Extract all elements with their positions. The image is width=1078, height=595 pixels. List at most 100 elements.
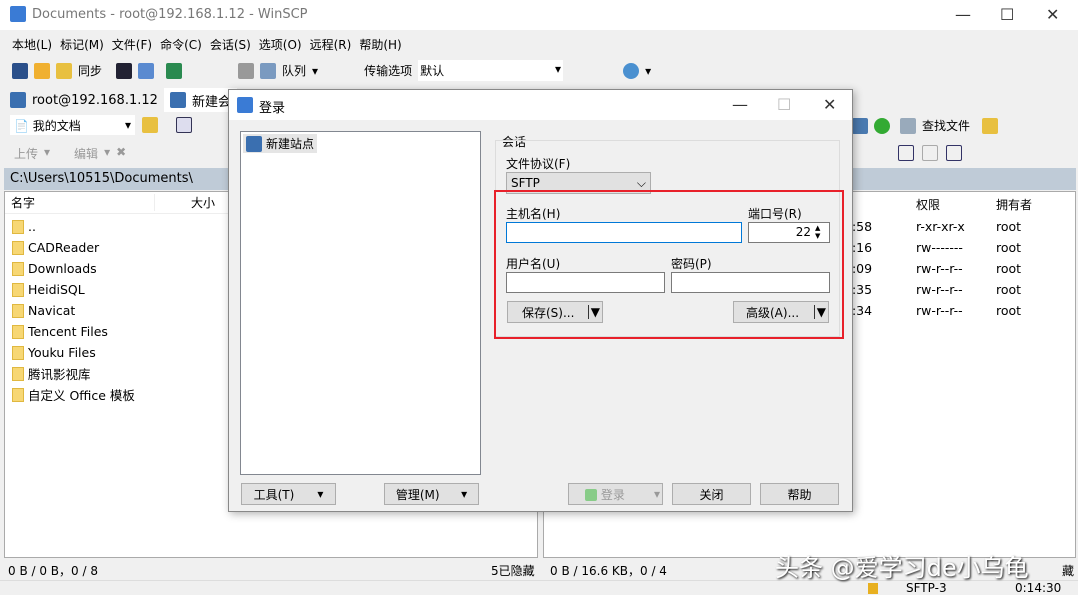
monitor-icon [10, 92, 26, 108]
permissions: rw-r--r-- [916, 303, 963, 318]
sync-button[interactable]: 同步 [78, 62, 102, 79]
dialog-minimize-button[interactable]: — [732, 95, 748, 114]
terminal-icon[interactable] [116, 62, 133, 79]
column-name[interactable]: 名字 [5, 194, 155, 211]
column-permissions[interactable]: 权限 [916, 196, 996, 213]
compare-icon[interactable] [12, 62, 28, 79]
remote-row[interactable]: 8:35 rw-r--r-- root [844, 279, 1021, 300]
column-size[interactable]: 大小 [155, 194, 219, 211]
remote-row[interactable]: 5:16 rw------- root [844, 237, 1021, 258]
queue-button[interactable]: 队列 [282, 62, 306, 79]
folder-icon [12, 324, 24, 339]
local-location-select[interactable]: 📄 我的文档 ▾ [10, 115, 135, 135]
file-name: HeidiSQL [28, 282, 85, 297]
open-folder-icon[interactable] [142, 117, 158, 133]
putty-icon[interactable] [138, 62, 155, 79]
expand-icon[interactable] [898, 145, 914, 161]
minimize-button[interactable]: — [955, 5, 971, 24]
advanced-button[interactable]: 高级(A)... ▼ [733, 301, 829, 323]
site-tree[interactable]: 新建站点 [240, 131, 481, 475]
folder-icon [12, 261, 24, 276]
collapse-icon[interactable] [922, 145, 938, 161]
tab-session[interactable]: root@192.168.1.12✕ [4, 88, 181, 112]
permissions: r-xr-xr-x [916, 219, 965, 234]
remote-tree-toolbar [898, 145, 962, 161]
folder-icon [12, 282, 24, 297]
dialog-close-button[interactable]: ✕ [823, 95, 836, 114]
gear-icon[interactable] [238, 62, 255, 79]
owner: root [996, 303, 1022, 318]
remote-row[interactable]: 5:09 rw-r--r-- root [844, 258, 1021, 279]
globe-icon[interactable] [623, 62, 640, 79]
folder-icon [12, 366, 24, 381]
save-button[interactable]: 保存(S)... ▼ [507, 301, 603, 323]
file-name: Navicat [28, 303, 76, 318]
menu-help[interactable]: 帮助(H) [355, 34, 405, 55]
modified-time: 8:35 [844, 282, 873, 297]
menu-bar: 本地(L) 标记(M) 文件(F) 命令(C) 会话(S) 选项(O) 远程(R… [8, 34, 406, 55]
menu-session[interactable]: 会话(S) [206, 34, 255, 55]
menu-mark[interactable]: 标记(M) [56, 34, 108, 55]
column-owner[interactable]: 拥有者 [996, 196, 1032, 213]
user-input[interactable] [506, 272, 665, 293]
file-name: Tencent Files [28, 324, 108, 339]
owner: root [996, 240, 1022, 255]
menu-file[interactable]: 文件(F) [108, 34, 156, 55]
remote-row[interactable]: 8:58 r-xr-xr-x root [844, 216, 1021, 237]
delete-icon[interactable]: ✖ [116, 145, 126, 162]
find-files-button[interactable]: 查找文件 [922, 117, 970, 134]
maximize-button[interactable]: ☐ [1000, 5, 1014, 24]
file-name: 自定义 Office 模板 [28, 388, 135, 403]
modified-time: 8:34 [844, 303, 873, 318]
owner: root [996, 261, 1022, 276]
menu-remote[interactable]: 远程(R) [306, 34, 356, 55]
login-dialog: 登录 — ☐ ✕ 新建站点 工具(T) ▾ 管理(M) ▾ 会话 文件协议(F) S… [228, 89, 853, 512]
parent-dir-icon [12, 219, 24, 234]
local-path[interactable]: C:\Users\10515\Documents\ [10, 171, 193, 186]
login-button: 登录 ▾ [568, 483, 663, 505]
new-session-icon [170, 92, 186, 108]
upload-button[interactable]: 上传 [14, 145, 38, 162]
file-name: .. [28, 219, 36, 234]
transfer-options-select[interactable]: 默认 ▾ [418, 60, 564, 81]
new-site-icon [246, 135, 262, 152]
file-name: CADReader [28, 240, 100, 255]
file-name: 腾讯影视库 [28, 367, 91, 382]
folder-icon [12, 345, 24, 360]
manage-button[interactable]: 管理(M) ▾ [384, 483, 479, 505]
local-file-toolbar: 上传 ▾ 编辑 ▾ ✖ [14, 145, 127, 162]
folder-icon [12, 240, 24, 255]
password-input[interactable] [671, 272, 830, 293]
sync-browse-icon[interactable] [34, 62, 50, 79]
tools-button[interactable]: 工具(T) ▾ [241, 483, 336, 505]
home-icon[interactable] [852, 117, 868, 134]
modified-time: 5:16 [844, 240, 873, 255]
folder-icon [12, 387, 24, 402]
tree-icon[interactable] [982, 117, 999, 134]
remote-row[interactable]: 8:34 rw-r--r-- root [844, 300, 1021, 321]
refresh-icon[interactable] [874, 117, 890, 134]
transfer-options-label: 传输选项 [364, 64, 413, 78]
remote-toolbar: 查找文件 [852, 117, 999, 134]
close-button[interactable]: ✕ [1046, 5, 1059, 24]
remote-hidden: 藏 [1062, 564, 1075, 578]
filter-icon[interactable] [176, 117, 192, 133]
menu-command[interactable]: 命令(C) [156, 34, 206, 55]
close-dialog-button[interactable]: 关闭 [672, 483, 751, 505]
lock-icon [868, 583, 878, 594]
protocol-status: SFTP-3 [906, 581, 947, 595]
menu-options[interactable]: 选项(O) [255, 34, 306, 55]
filter-icon[interactable] [946, 145, 962, 161]
title-bar: Documents - root@192.168.1.12 - WinSCP —… [0, 0, 1078, 30]
refresh-session-icon[interactable] [166, 62, 183, 79]
permissions: rw-r--r-- [916, 282, 963, 297]
host-input[interactable] [506, 222, 742, 243]
site-new[interactable]: 新建站点 [243, 134, 318, 153]
modified-time: 5:09 [844, 261, 873, 276]
port-spinner[interactable]: ▲ ▼ [815, 224, 820, 240]
tab-new-session[interactable]: 新建会 [164, 88, 238, 112]
help-button[interactable]: 帮助 [760, 483, 839, 505]
menu-local[interactable]: 本地(L) [8, 34, 56, 55]
edit-button[interactable]: 编辑 [74, 145, 98, 162]
winscp-icon [237, 97, 253, 113]
